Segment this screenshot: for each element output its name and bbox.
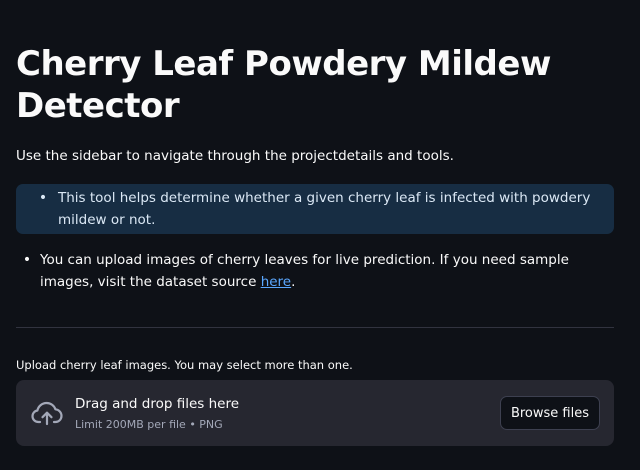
intro-text: Use the sidebar to navigate through the … — [16, 148, 454, 164]
list-item-text-main: You can upload images of cherry leaves f… — [40, 252, 569, 290]
bullet-dot-icon: • — [22, 252, 32, 268]
dropzone-text: Drag and drop files here Limit 200MB per… — [75, 395, 500, 432]
info-callout: • This tool helps determine whether a gi… — [16, 184, 614, 234]
browse-files-button[interactable]: Browse files — [499, 396, 600, 430]
page-title: Cherry Leaf Powdery Mildew Detector — [16, 44, 551, 126]
main-content: Cherry Leaf Powdery Mildew Detector Use … — [0, 0, 640, 470]
dropzone-limit: Limit 200MB per file • PNG — [75, 417, 223, 431]
info-bullet: • This tool helps determine whether a gi… — [32, 187, 614, 231]
bullet-dot-icon: • — [38, 190, 48, 206]
info-text: This tool helps determine whether a give… — [58, 190, 591, 228]
list-item: • You can upload images of cherry leaves… — [16, 249, 624, 293]
uploader-label: Upload cherry leaf images. You may selec… — [16, 358, 353, 372]
list-item-text-end: . — [291, 274, 296, 290]
dataset-source-link[interactable]: here — [261, 274, 291, 290]
divider — [16, 327, 614, 328]
cloud-upload-icon — [30, 396, 64, 430]
dropzone-title: Drag and drop files here — [75, 395, 240, 412]
list-item-text: You can upload images of cherry leaves f… — [38, 249, 600, 293]
upload-instructions: • You can upload images of cherry leaves… — [16, 249, 624, 293]
file-dropzone[interactable]: Drag and drop files here Limit 200MB per… — [16, 380, 614, 446]
